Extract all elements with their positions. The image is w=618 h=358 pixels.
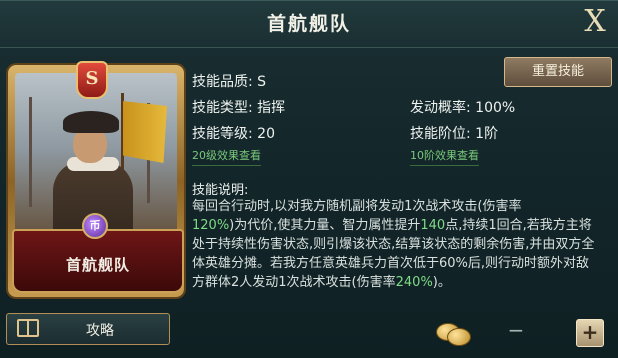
tier-value: 1阶 [475,126,499,142]
tier-effect-link[interactable]: 10阶效果查看 [410,147,479,166]
rate-value: 100% [475,100,516,116]
skill-description: 每回合行动时,以对我方随机副将发动1次战术攻击(伤害率 120%)为代价,使其力… [192,197,596,309]
description-highlight: 140 [420,218,446,233]
title-bar: 首航舰队 X [0,1,618,48]
level-row: 技能等级: 20 [192,123,275,143]
quality-label: 技能品质: [192,74,253,90]
description-text: )为代价,使其力量、智力属性提升 [229,218,421,233]
quality-row: 技能品质: S [192,71,266,91]
ship-mast [29,97,32,207]
panel-title: 首航舰队 [266,13,351,35]
reset-skill-button[interactable]: 重置技能 [504,57,612,87]
type-value: 指挥 [257,100,286,116]
faction-gem-icon: 币 [82,213,108,239]
figure-hat [63,111,119,133]
level-effect-link[interactable]: 20级效果查看 [192,147,261,166]
card-name: 首航舰队 [65,256,130,274]
description-highlight: 240% [395,275,433,290]
quality-value: S [257,74,267,90]
description-title: 技能说明: [192,183,249,198]
strategy-label: 攻略 [86,323,114,339]
rank-badge: S [76,61,108,99]
coin-icon [447,328,471,346]
description-text: )。 [432,275,451,290]
level-label: 技能等级: [192,126,253,142]
flag [123,101,167,163]
tier-label: 技能阶位: [410,126,471,142]
skill-panel: 首航舰队 X S 币 首航舰队 攻略 重置技能 技能品质: S 技能类型: 指挥… [0,0,618,358]
rate-row: 发动概率: 100% [410,97,515,117]
type-row: 技能类型: 指挥 [192,97,285,117]
description-text: 每回合行动时,以对我方随机副将发动1次战术攻击(伤害率 [192,199,522,214]
close-icon[interactable]: X [578,5,612,39]
type-label: 技能类型: [192,100,253,116]
rate-label: 发动概率: [410,100,471,116]
strategy-button[interactable]: 攻略 [6,313,170,345]
level-value: 20 [257,126,275,142]
increase-button[interactable]: + [576,319,604,347]
description-highlight: 120% [192,218,230,233]
tier-row: 技能阶位: 1阶 [410,123,498,143]
decrease-button[interactable]: − [504,319,528,343]
